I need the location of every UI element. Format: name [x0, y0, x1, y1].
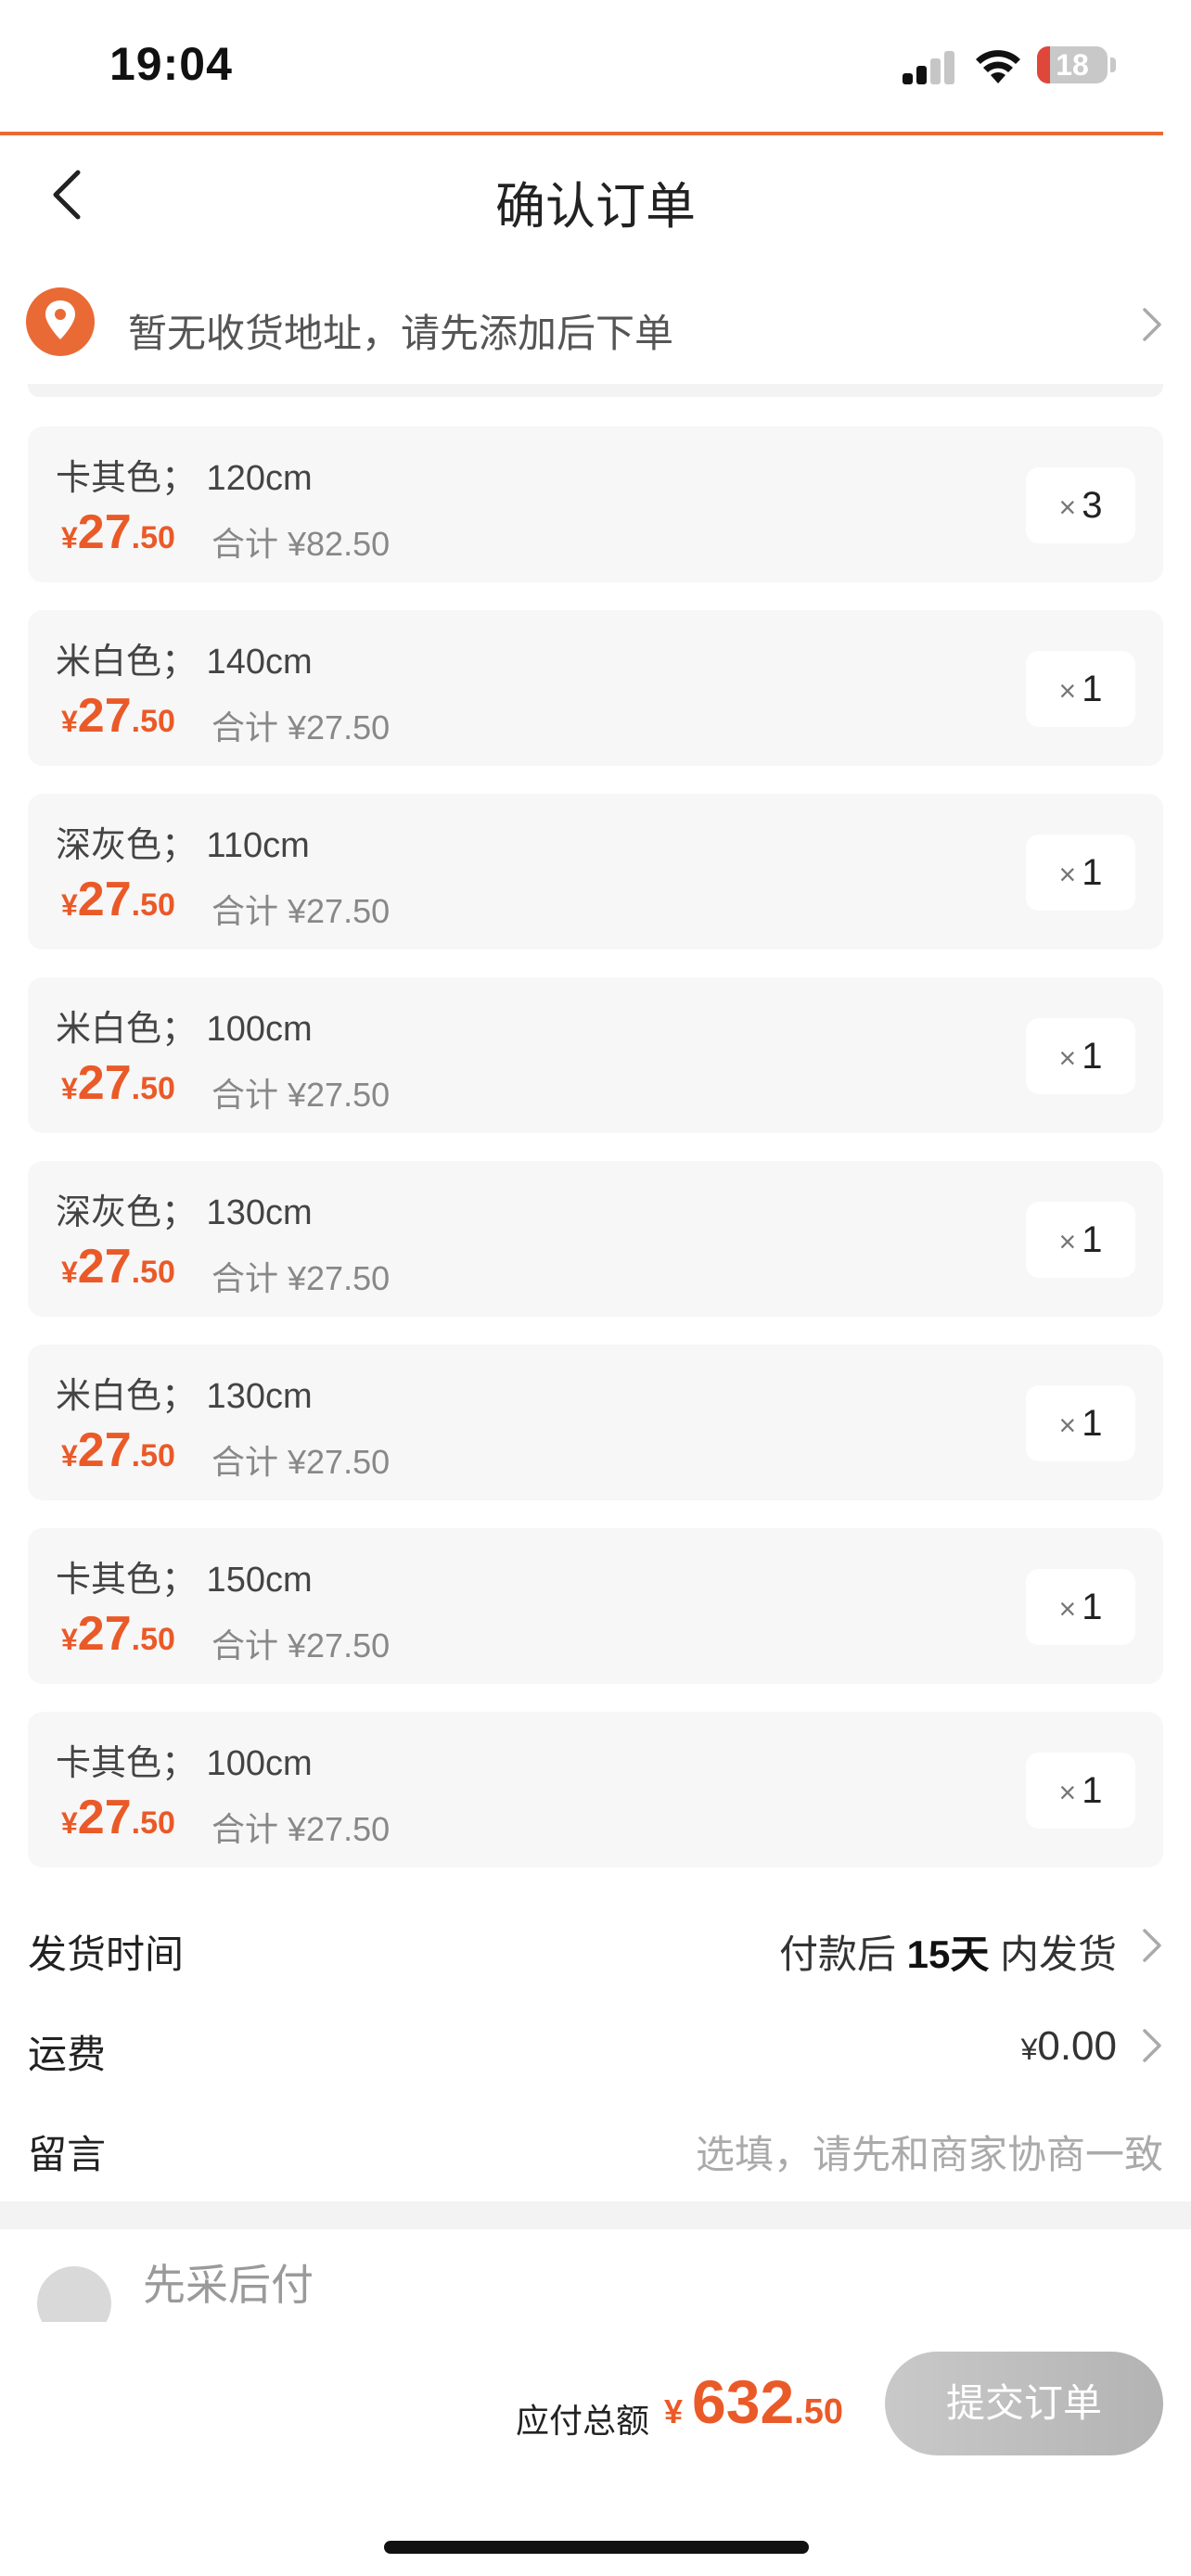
order-item: 卡其色； 100cm ¥27.50 合计 ¥27.50 × 1 [28, 1712, 1163, 1868]
order-item: 深灰色； 130cm ¥27.50 合计 ¥27.50 × 1 [28, 1161, 1163, 1317]
item-spec: 米白色； 140cm [56, 643, 313, 682]
battery-percent: 18 [1056, 48, 1089, 82]
battery-cap [1110, 57, 1116, 72]
order-item: 卡其色； 150cm ¥27.50 合计 ¥27.50 × 1 [28, 1528, 1163, 1684]
item-quantity[interactable]: × 1 [1026, 651, 1135, 727]
freight-row[interactable]: 运费 ¥0.00 [0, 1999, 1191, 2092]
nav-bar: 确认订单 [0, 139, 1191, 250]
chevron-right-icon [1143, 308, 1161, 341]
freight-label: 运费 [28, 2033, 107, 2076]
multiply-icon: × [1058, 1776, 1077, 1809]
item-quantity[interactable]: × 1 [1026, 1753, 1135, 1829]
shipping-time-value: 付款后 15天 内发货 [778, 1932, 1117, 1976]
multiply-icon: × [1058, 858, 1077, 891]
order-item: 深灰色； 110cm ¥27.50 合计 ¥27.50 × 1 [28, 794, 1163, 950]
header-accent-line [0, 132, 1163, 135]
item-spec: 卡其色； 100cm [56, 1744, 313, 1783]
item-subtotal: 合计 ¥27.50 [211, 1626, 391, 1664]
chevron-right-icon [1143, 2029, 1161, 2062]
multiply-icon: × [1058, 1041, 1077, 1075]
page-title: 确认订单 [495, 179, 696, 235]
item-price: ¥27.50 [61, 1056, 175, 1110]
multiply-icon: × [1058, 674, 1077, 708]
order-item: 卡其色； 120cm ¥27.50 合计 ¥82.50 × 3 [28, 427, 1163, 582]
item-subtotal: 合计 ¥27.50 [211, 1810, 391, 1848]
item-subtotal: 合计 ¥27.50 [211, 708, 391, 746]
multiply-icon: × [1058, 1409, 1077, 1442]
pay-later-subtitle: 确认收货后再付款 [143, 2313, 410, 2322]
shipping-time-row[interactable]: 发货时间 付款后 15天 内发货 [0, 1899, 1191, 1992]
order-item: 米白色； 100cm ¥27.50 合计 ¥27.50 × 1 [28, 977, 1163, 1133]
item-spec: 米白色； 130cm [56, 1377, 313, 1416]
shipping-time-label: 发货时间 [28, 1932, 185, 1976]
item-subtotal: 合计 ¥27.50 [211, 1259, 391, 1297]
wifi-icon [976, 50, 1020, 83]
checkout-bar: 应付总额 ¥632.50 提交订单 [0, 2322, 1191, 2576]
message-input[interactable]: 选填，请先和商家协商一致 [696, 2123, 1163, 2180]
order-item: 米白色； 130cm ¥27.50 合计 ¥27.50 × 1 [28, 1345, 1163, 1500]
message-row: 留言 选填，请先和商家协商一致 [0, 2099, 1191, 2192]
item-price: ¥27.50 [61, 505, 175, 559]
item-spec: 卡其色； 120cm [56, 459, 313, 498]
item-price: ¥27.50 [61, 1791, 175, 1844]
item-quantity[interactable]: × 3 [1026, 467, 1135, 543]
status-bar: 19:04 18 [0, 0, 1191, 130]
item-price: ¥27.50 [61, 1607, 175, 1661]
item-subtotal: 合计 ¥27.50 [211, 1443, 391, 1481]
item-quantity[interactable]: × 1 [1026, 1569, 1135, 1645]
chevron-right-icon [1143, 1929, 1161, 1962]
item-spec: 深灰色； 110cm [56, 826, 310, 865]
item-price: ¥27.50 [61, 873, 175, 926]
item-quantity[interactable]: × 1 [1026, 1018, 1135, 1094]
item-quantity[interactable]: × 1 [1026, 1385, 1135, 1461]
item-quantity[interactable]: × 1 [1026, 835, 1135, 911]
section-divider [28, 384, 1163, 397]
pay-later-option[interactable]: 先采后付 确认收货后再付款 [0, 2229, 1191, 2322]
freight-value: ¥0.00 [1020, 2023, 1117, 2069]
location-pin-icon [26, 287, 95, 356]
item-spec: 卡其色； 150cm [56, 1561, 313, 1600]
item-spec: 深灰色； 130cm [56, 1193, 313, 1232]
multiply-icon: × [1058, 491, 1077, 524]
total-label: 应付总额 [516, 2402, 650, 2440]
item-price: ¥27.50 [61, 1423, 175, 1477]
section-divider [0, 2201, 1191, 2229]
item-price: ¥27.50 [61, 689, 175, 743]
item-subtotal: 合计 ¥27.50 [211, 892, 391, 930]
item-subtotal: 合计 ¥82.50 [211, 525, 391, 563]
status-time: 19:04 [109, 38, 233, 90]
address-selector[interactable]: 暂无收货地址，请先添加后下单 [0, 274, 1191, 376]
multiply-icon: × [1058, 1592, 1077, 1626]
multiply-icon: × [1058, 1225, 1077, 1258]
submit-order-button[interactable]: 提交订单 [885, 2352, 1163, 2455]
back-chevron-icon[interactable] [41, 165, 96, 224]
cellular-signal-icon [903, 51, 956, 84]
total-amount: ¥632.50 [664, 2367, 843, 2436]
message-label: 留言 [28, 2133, 107, 2176]
item-spec: 米白色； 100cm [56, 1010, 313, 1049]
address-empty-text: 暂无收货地址，请先添加后下单 [128, 312, 674, 355]
item-quantity[interactable]: × 1 [1026, 1202, 1135, 1278]
pay-later-badge-icon [37, 2266, 111, 2322]
item-subtotal: 合计 ¥27.50 [211, 1076, 391, 1114]
item-price: ¥27.50 [61, 1240, 175, 1294]
home-indicator[interactable] [384, 2541, 809, 2554]
order-item: 米白色； 140cm ¥27.50 合计 ¥27.50 × 1 [28, 610, 1163, 766]
pay-later-title: 先采后付 [143, 2261, 314, 2309]
order-item-list: 卡其色； 120cm ¥27.50 合计 ¥82.50 × 3 米白色； 140c… [28, 427, 1163, 1895]
battery-icon: 18 [1037, 46, 1108, 83]
